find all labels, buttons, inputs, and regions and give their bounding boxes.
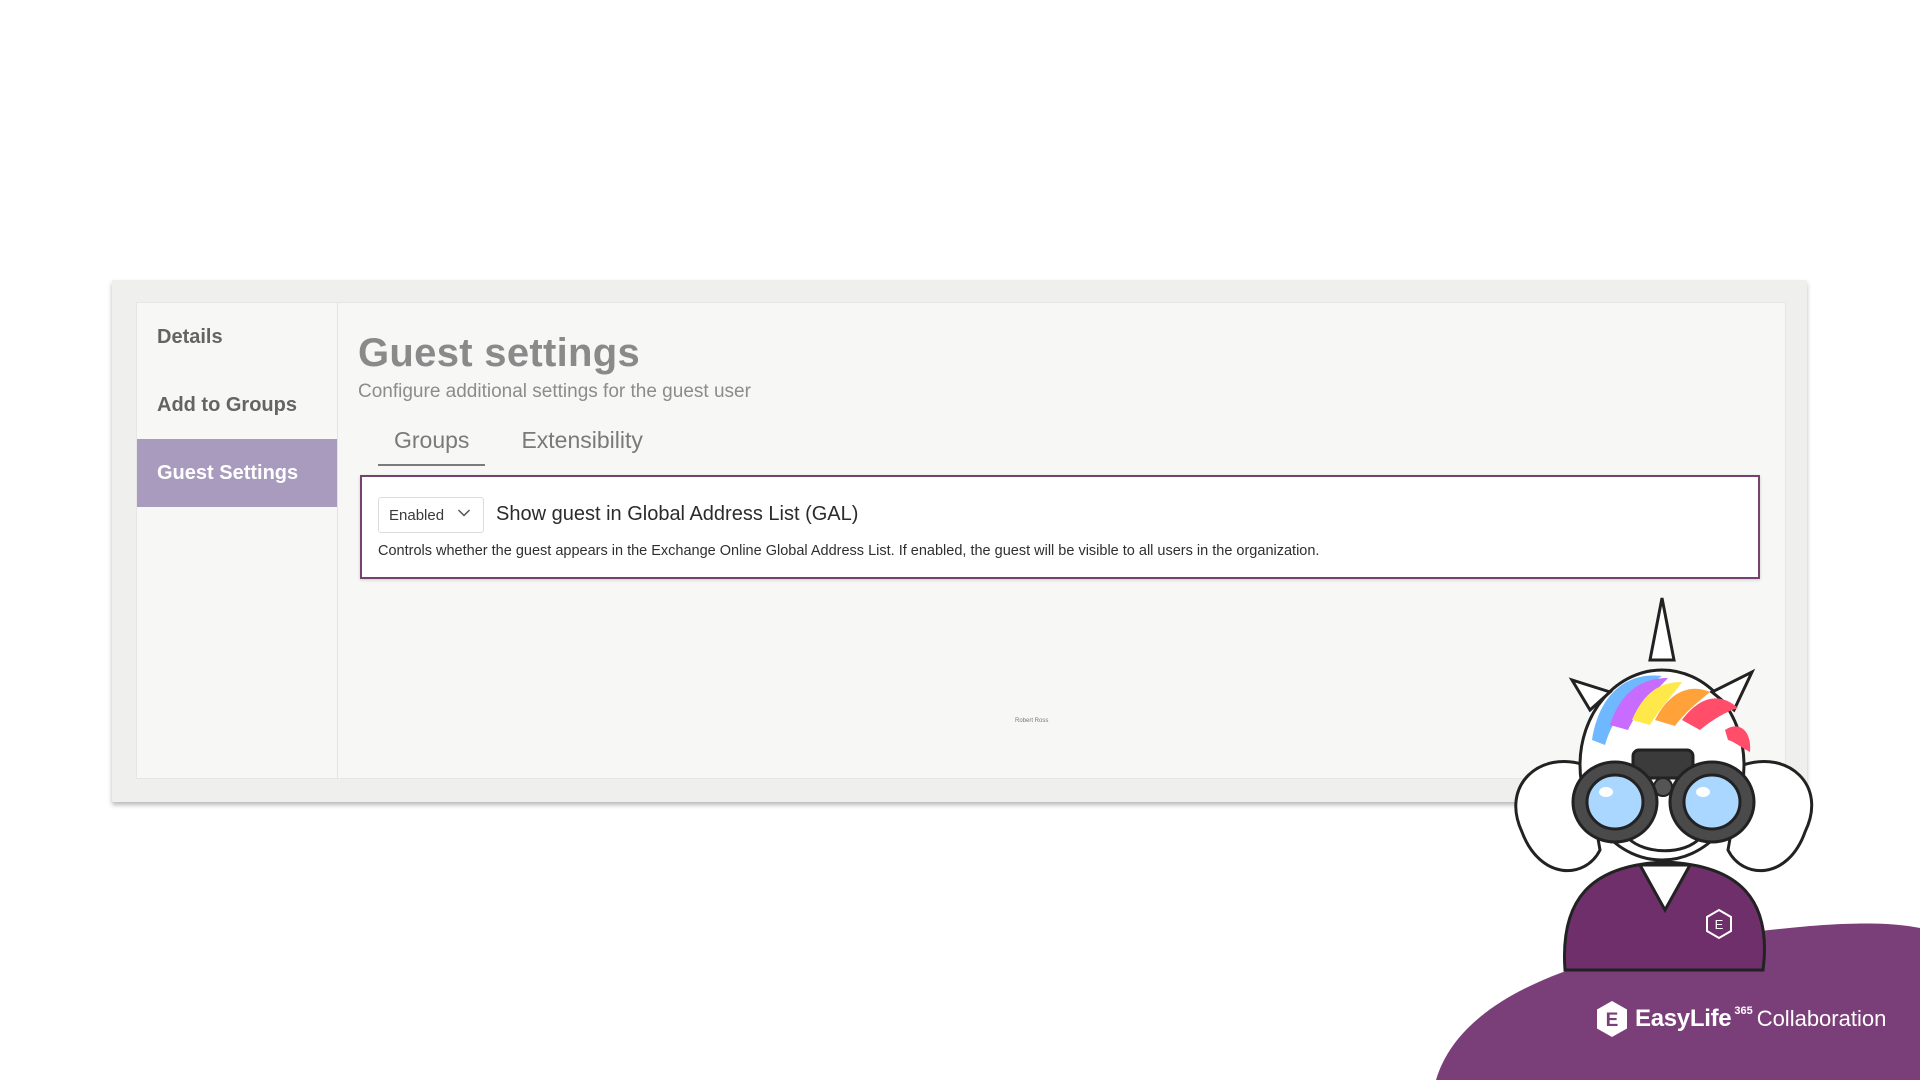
- footer-user-name: Robert Ross: [1015, 718, 1049, 724]
- svg-text:E: E: [1715, 917, 1724, 932]
- unicorn-binoculars-mascot: E: [1514, 597, 1814, 972]
- tab-groups[interactable]: Groups: [378, 421, 486, 466]
- gal-setting-card: Enabled Show guest in Global Address Lis…: [360, 475, 1760, 579]
- svg-text:E: E: [1606, 1010, 1619, 1031]
- brand-name: EasyLife: [1635, 1005, 1732, 1032]
- gal-enabled-dropdown[interactable]: Enabled: [378, 497, 484, 533]
- page-subtitle: Configure additional settings for the gu…: [358, 381, 751, 402]
- setting-title: Show guest in Global Address List (GAL): [496, 503, 859, 525]
- brand-product: Collaboration: [1756, 1006, 1887, 1031]
- sidebar-item-guest-settings[interactable]: Guest Settings: [137, 439, 337, 507]
- page-title: Guest settings: [358, 331, 641, 375]
- brand-superscript: 365: [1734, 1005, 1753, 1017]
- brand-logo: E EasyLife 365 Collaboration: [1595, 1000, 1886, 1038]
- dropdown-selected-value: Enabled: [389, 506, 445, 524]
- setting-description: Controls whether the guest appears in th…: [378, 543, 1320, 559]
- tab-extensibility[interactable]: Extensibility: [505, 421, 658, 466]
- tab-bar: Groups Extensibility: [378, 421, 679, 466]
- sidebar-item-add-to-groups[interactable]: Add to Groups: [137, 371, 337, 439]
- sidebar: Details Add to Groups Guest Settings: [137, 303, 338, 778]
- sidebar-item-details[interactable]: Details: [137, 303, 337, 371]
- easylife-hex-icon: E: [1597, 1001, 1627, 1037]
- chevron-down-icon: [457, 509, 471, 517]
